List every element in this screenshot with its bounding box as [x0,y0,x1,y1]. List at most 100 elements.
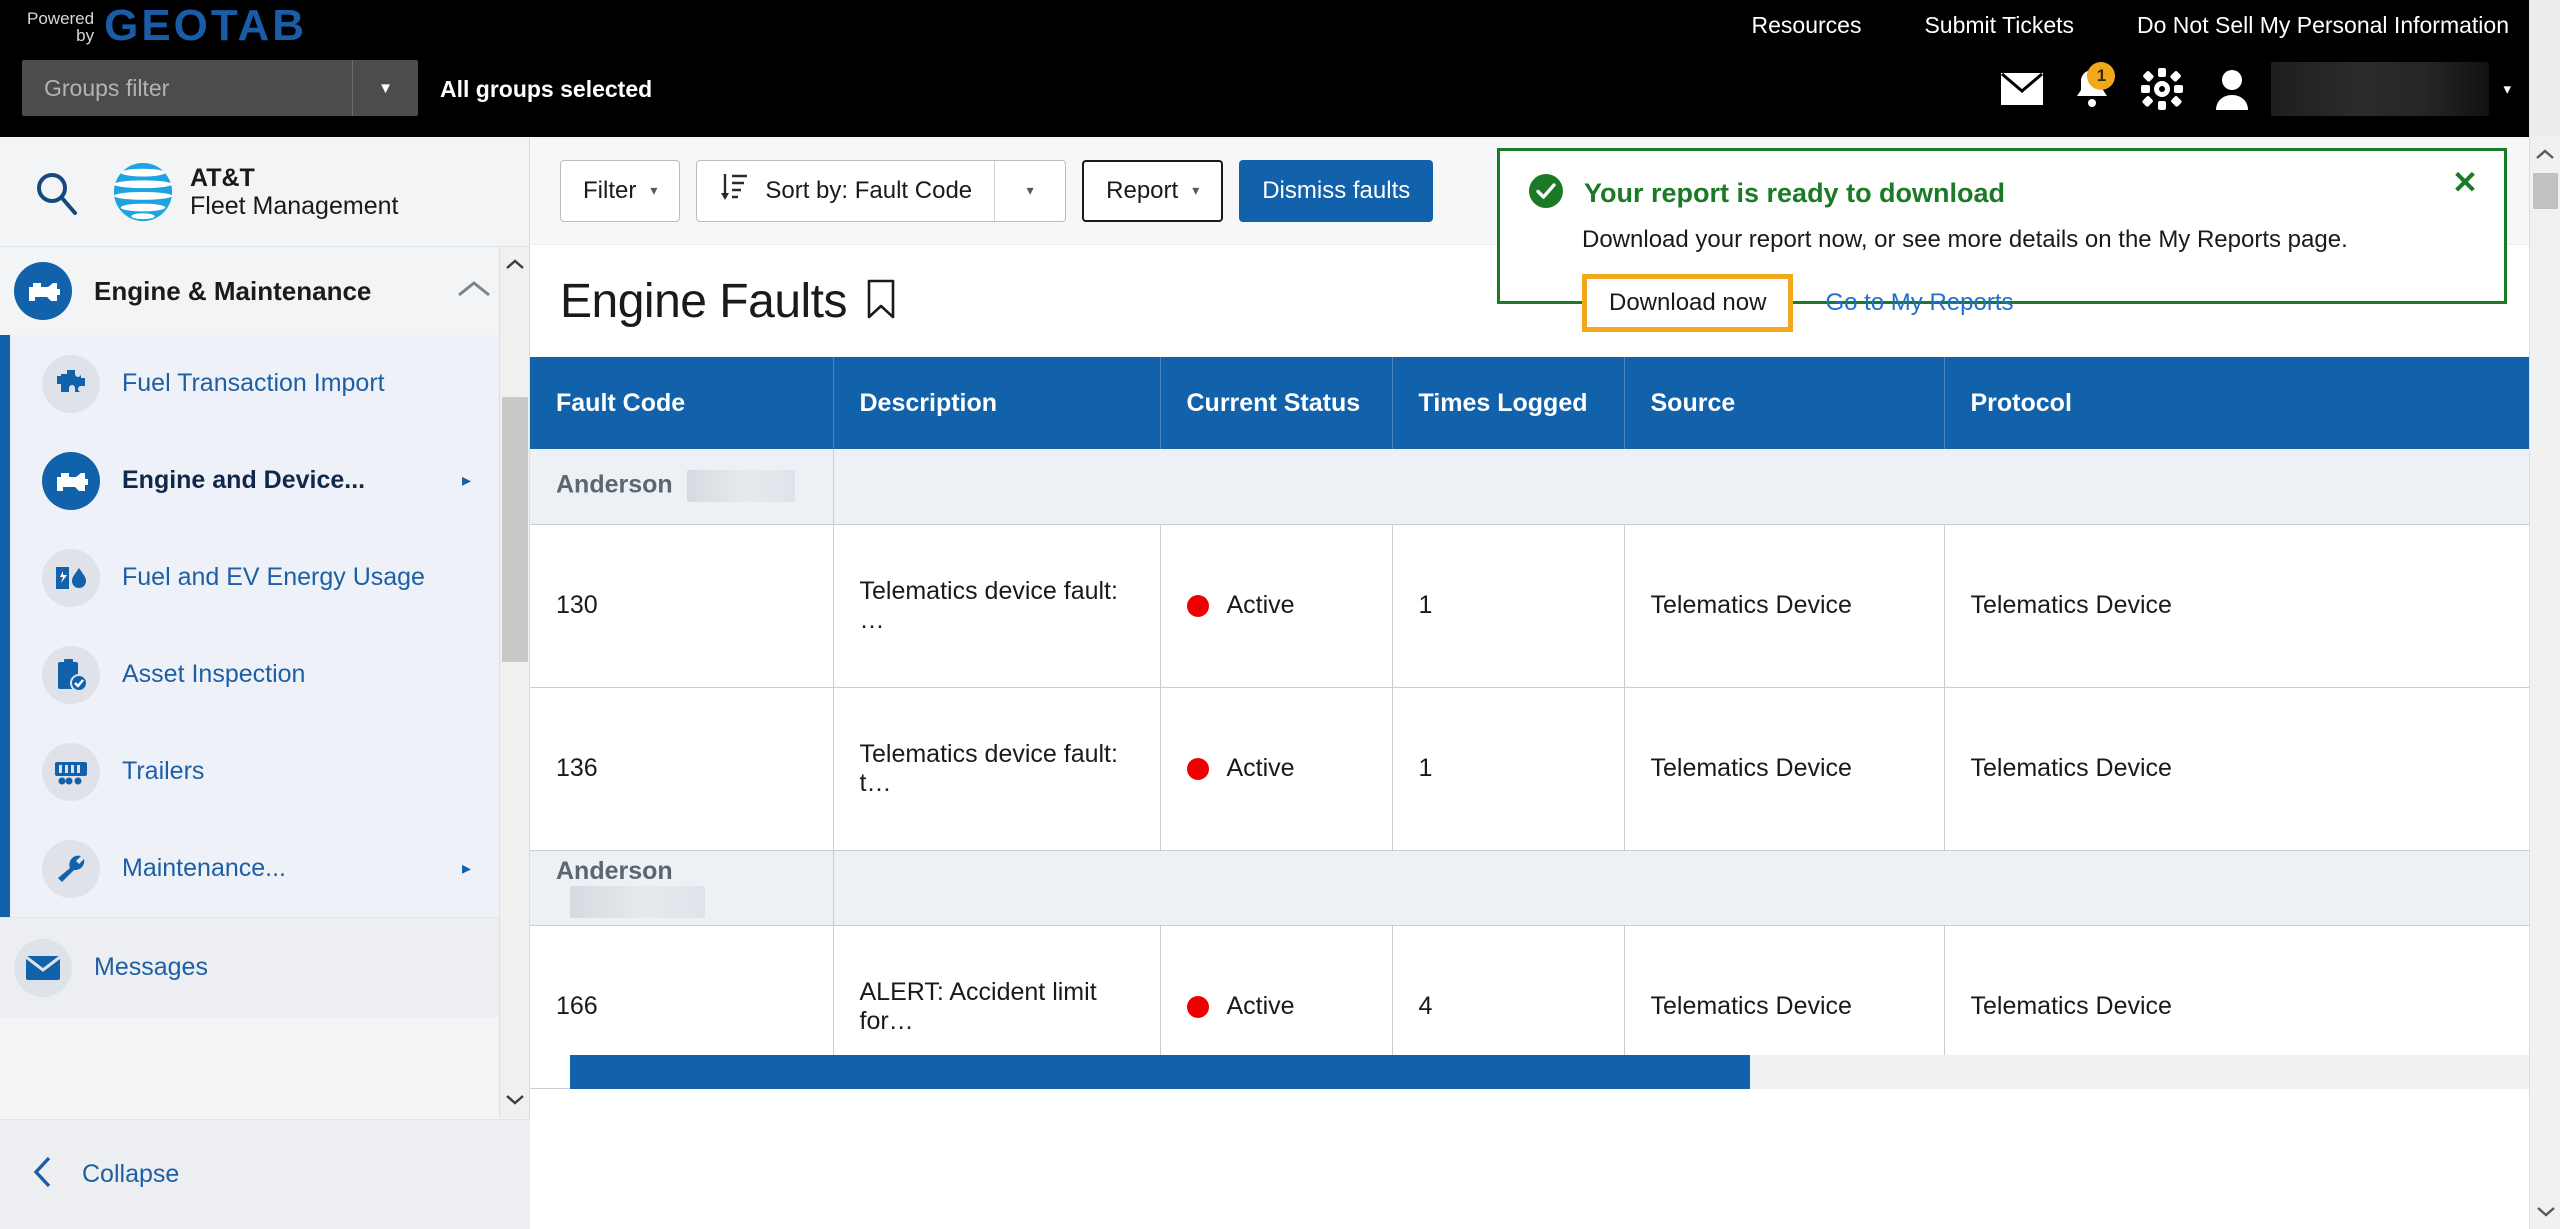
filter-label: Filter [583,176,637,204]
att-fleet-management-logo: AT&T Fleet Management [112,161,398,223]
sidebar-item-label: Maintenance... [122,854,286,882]
page-scrollbar-thumb[interactable] [2533,173,2558,209]
status-dot-icon [1186,594,1209,617]
page-scrollbar[interactable] [2529,137,2560,1229]
all-groups-status: All groups selected [440,76,653,102]
download-now-button[interactable]: Download now [1582,274,1794,332]
close-icon[interactable]: ✕ [2452,167,2478,198]
sort-by-control[interactable]: Sort by: Fault Code ▾ [696,159,1067,222]
sort-by-button[interactable]: Sort by: Fault Code [697,161,994,221]
sidebar-collapse-button[interactable]: Collapse [0,1119,530,1229]
sidebar-item-label: Fuel and EV Energy Usage [122,563,425,591]
sidebar-item-trailers[interactable]: Trailers [42,723,529,820]
faults-table-wrapper: Fault Code Description Current Status Ti… [530,357,2529,1089]
toast-body-text: Download your report now, or see more de… [1582,226,2348,253]
gear-icon[interactable] [2127,58,2197,120]
cell-description: Telematics device fault: t… [833,687,1161,851]
chevron-down-icon[interactable]: ▼ [352,60,418,116]
toast-title: Your report is ready to download [1584,178,2006,208]
group-name: Anderson [556,857,673,885]
chevron-down-icon: ▾ [1026,182,1034,198]
toast-actions: Download now Go to My Reports [1582,274,2474,332]
sidebar-scrollbar[interactable] [499,247,529,1117]
group-filler-cell [833,850,2529,926]
header-icon-tray: 1 ▾ [1987,58,2511,120]
wrench-icon [42,839,100,898]
toast-header: Your report is ready to download [1528,173,2474,214]
cell-current-status: Active [1160,524,1393,688]
groups-filter[interactable]: Groups filter ▼ [22,60,418,116]
horizontal-scrollbar-thumb[interactable] [570,1054,1750,1089]
sort-dropdown-toggle[interactable]: ▾ [995,161,1065,221]
brand-line-att: AT&T [190,163,255,192]
column-header-times-logged[interactable]: Times Logged [1392,357,1625,449]
chevron-right-icon[interactable]: ▸ [462,858,471,879]
cell-fault-code: 136 [530,687,834,851]
table-group-row[interactable]: Anderson [530,850,2529,926]
header-links: Resources Submit Tickets Do Not Sell My … [1752,4,2509,46]
status-badge: Active [1226,591,1295,619]
dismiss-faults-button[interactable]: Dismiss faults [1239,159,1434,222]
filter-button[interactable]: Filter ▾ [560,159,681,222]
mail-icon[interactable] [1987,58,2057,120]
column-header-protocol[interactable]: Protocol [1944,357,2529,449]
user-name-redacted[interactable] [2271,62,2490,116]
scroll-down-icon[interactable] [2530,1195,2560,1229]
scroll-up-icon[interactable] [2530,137,2560,171]
column-header-current-status[interactable]: Current Status [1160,357,1393,449]
column-header-fault-code[interactable]: Fault Code [530,357,834,449]
sidebar-item-engine-and-device[interactable]: Engine and Device... ▸ [42,432,529,529]
chevron-down-icon: ▾ [1192,182,1200,198]
search-icon[interactable] [0,169,112,215]
faults-table: Fault Code Description Current Status Ti… [530,357,2529,1089]
groups-filter-input[interactable]: Groups filter [22,60,352,116]
link-do-not-sell[interactable]: Do Not Sell My Personal Information [2137,12,2509,39]
cell-source: Telematics Device [1624,524,1945,688]
chevron-up-icon[interactable] [457,279,491,304]
sidebar-item-asset-inspection[interactable]: Asset Inspection [42,626,529,723]
sidebar-item-fuel-and-ev-energy-usage[interactable]: Fuel and EV Energy Usage [42,529,529,626]
column-header-source[interactable]: Source [1624,357,1945,449]
puzzle-icon [42,354,100,413]
group-name: Anderson [556,470,673,499]
table-group-row[interactable]: Anderson [530,449,2529,525]
chevron-right-icon[interactable]: ▸ [462,470,471,491]
table-row[interactable]: 130 Telematics device fault: … Active 1 … [530,524,2529,688]
bookmark-icon[interactable] [865,278,897,325]
status-dot-icon [1186,995,1209,1018]
sidebar-item-maintenance[interactable]: Maintenance... ▸ [42,820,529,917]
scroll-up-icon[interactable] [500,247,529,281]
table-horizontal-scrollbar[interactable] [570,1054,2529,1089]
engine-icon [14,262,72,320]
trailer-icon [42,742,100,801]
sidebar-group-engine-maintenance[interactable]: Engine & Maintenance [0,247,529,335]
sidebar: AT&T Fleet Management Engine & Maintenan… [0,137,530,1229]
go-to-my-reports-link[interactable]: Go to My Reports [1825,289,2013,317]
status-dot-icon [1186,757,1209,780]
user-icon[interactable] [2197,58,2267,120]
chevron-down-icon[interactable]: ▾ [2503,80,2511,98]
link-submit-tickets[interactable]: Submit Tickets [1924,12,2074,39]
sort-ascending-icon [719,171,749,210]
sidebar-scrollbar-thumb[interactable] [502,397,528,662]
link-resources[interactable]: Resources [1752,12,1862,39]
sidebar-item-fuel-transaction-import[interactable]: Fuel Transaction Import [42,335,529,432]
column-header-description[interactable]: Description [833,357,1161,449]
brand-line-fleet: Fleet Management [190,191,399,220]
sidebar-item-messages[interactable]: Messages [0,917,529,1017]
powered-by-line1: Powered [27,9,95,28]
bell-icon[interactable]: 1 [2057,58,2127,120]
table-row[interactable]: 136 Telematics device fault: t… Active 1… [530,687,2529,851]
cell-description: Telematics device fault: … [833,524,1161,688]
sidebar-item-label: Engine and Device... [122,466,366,494]
status-badge: Active [1226,992,1295,1020]
sidebar-item-label: Asset Inspection [122,660,306,688]
sidebar-brand-bar: AT&T Fleet Management [0,137,529,247]
sidebar-item-label: Trailers [122,757,205,785]
powered-by-geotab-logo: Powered by GEOTAB [27,4,307,48]
scroll-down-icon[interactable] [500,1083,529,1117]
report-ready-toast: Your report is ready to download ✕ Downl… [1497,148,2507,332]
report-button[interactable]: Report ▾ [1082,159,1224,222]
chevron-down-icon: ▾ [650,182,658,198]
powered-by-line2: by [76,26,95,45]
